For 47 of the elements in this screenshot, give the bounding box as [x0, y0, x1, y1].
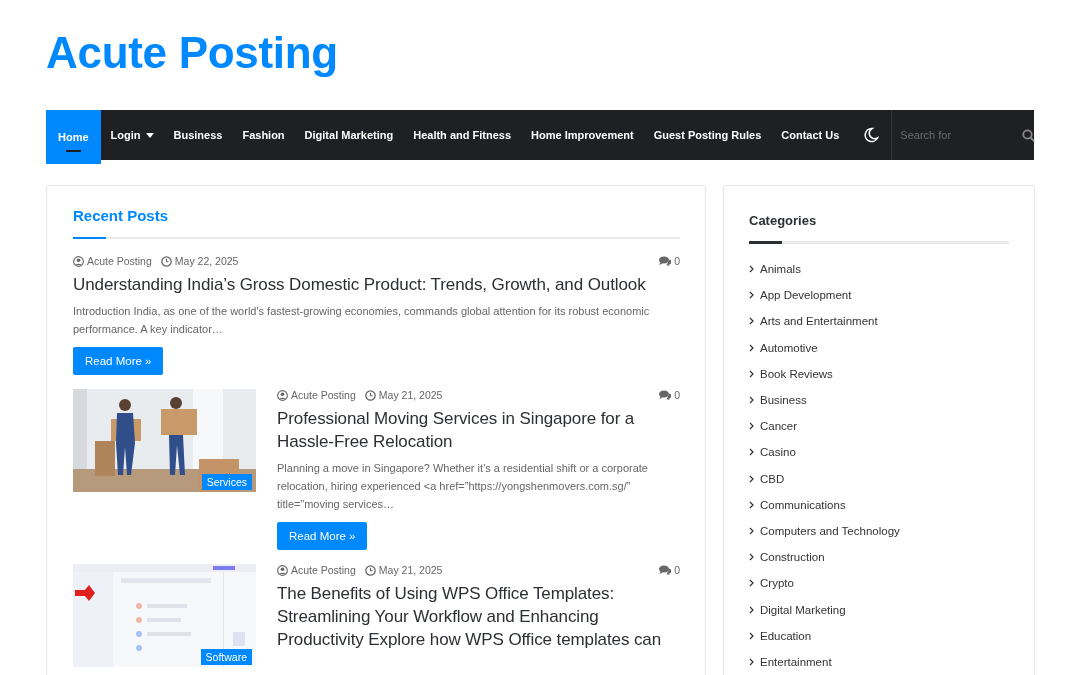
read-more-button[interactable]: Read More » — [277, 522, 368, 550]
nav-link[interactable]: Digital Marketing — [294, 110, 404, 160]
category-link[interactable]: Arts and Entertainment — [760, 315, 878, 328]
nav-link[interactable]: Login — [100, 110, 164, 160]
category-link[interactable]: CBD — [760, 472, 785, 485]
category-tag[interactable]: Services — [201, 474, 252, 490]
post-author[interactable]: Acute Posting — [73, 255, 152, 267]
post-title[interactable]: Professional Moving Services in Singapore for a Hassle-Free Relocation — [277, 407, 680, 453]
category-link[interactable]: Book Reviews — [760, 367, 833, 380]
category-link[interactable]: Casino — [760, 446, 796, 459]
category-tag[interactable]: Software — [200, 649, 252, 665]
nav-link[interactable]: Fashion — [232, 110, 295, 160]
post-author[interactable]: Acute Posting — [277, 564, 356, 576]
nav-link[interactable]: Contact Us — [771, 110, 850, 160]
post-author[interactable]: Acute Posting — [277, 389, 356, 401]
nav-link[interactable]: Health and Fitness — [403, 110, 521, 160]
nav-link[interactable]: Business — [163, 110, 233, 160]
category-link[interactable]: Animals — [760, 263, 801, 276]
nav-link[interactable]: Home Improvement — [521, 110, 644, 160]
nav-link[interactable]: Home — [46, 110, 101, 164]
post-title[interactable]: The Benefits of Using WPS Office Templates: Streamlining Your Workflow and Enhancing Productivity Explore how WPS Office templates can — [277, 582, 680, 651]
widget-title: Categories — [749, 213, 818, 228]
category-link[interactable]: Digital Marketing — [760, 603, 846, 616]
post-title[interactable]: Understanding India’s Gross Domestic Product: Trends, Growth, and Outlook — [73, 273, 680, 296]
comment-count[interactable]: 0 — [659, 255, 680, 267]
category-link[interactable]: Communications — [760, 498, 846, 511]
category-link[interactable]: Cancer — [760, 420, 798, 433]
comment-count[interactable]: 0 — [659, 389, 680, 401]
category-link[interactable]: Business — [760, 394, 807, 407]
post-excerpt: Introduction India, as one of the world's fastest-growing economies, commands global attention for its robust economic performance. A key indicator… — [73, 304, 651, 337]
category-link[interactable]: Automotive — [760, 341, 818, 354]
post-date: May 22, 2025 — [160, 255, 239, 267]
category-link[interactable]: App Development — [760, 289, 852, 302]
category-link[interactable]: Computers and Technology — [760, 524, 900, 537]
category-link[interactable]: Education — [760, 629, 812, 642]
post-excerpt: Planning a move in Singapore? Whether it’s a residential shift or a corporate relocation, hiring experienced <a href=”https://yongshenmovers.com.sg/” title=”moving services… — [277, 461, 649, 512]
nav-link[interactable]: Guest Posting Rules — [643, 110, 772, 160]
category-link[interactable]: Entertainment — [760, 655, 832, 668]
post-date: May 21, 2025 — [364, 564, 443, 576]
category-link[interactable]: Crypto — [760, 577, 794, 590]
category-link[interactable]: Construction — [760, 551, 825, 564]
comment-count[interactable]: 0 — [659, 564, 680, 576]
read-more-button[interactable]: Read More » — [73, 347, 164, 375]
section-title: Recent Posts — [73, 207, 170, 224]
site-logo[interactable]: Acute Posting — [46, 28, 338, 78]
search-field[interactable]: Search for — [891, 110, 1023, 160]
post-date: May 21, 2025 — [364, 389, 443, 401]
